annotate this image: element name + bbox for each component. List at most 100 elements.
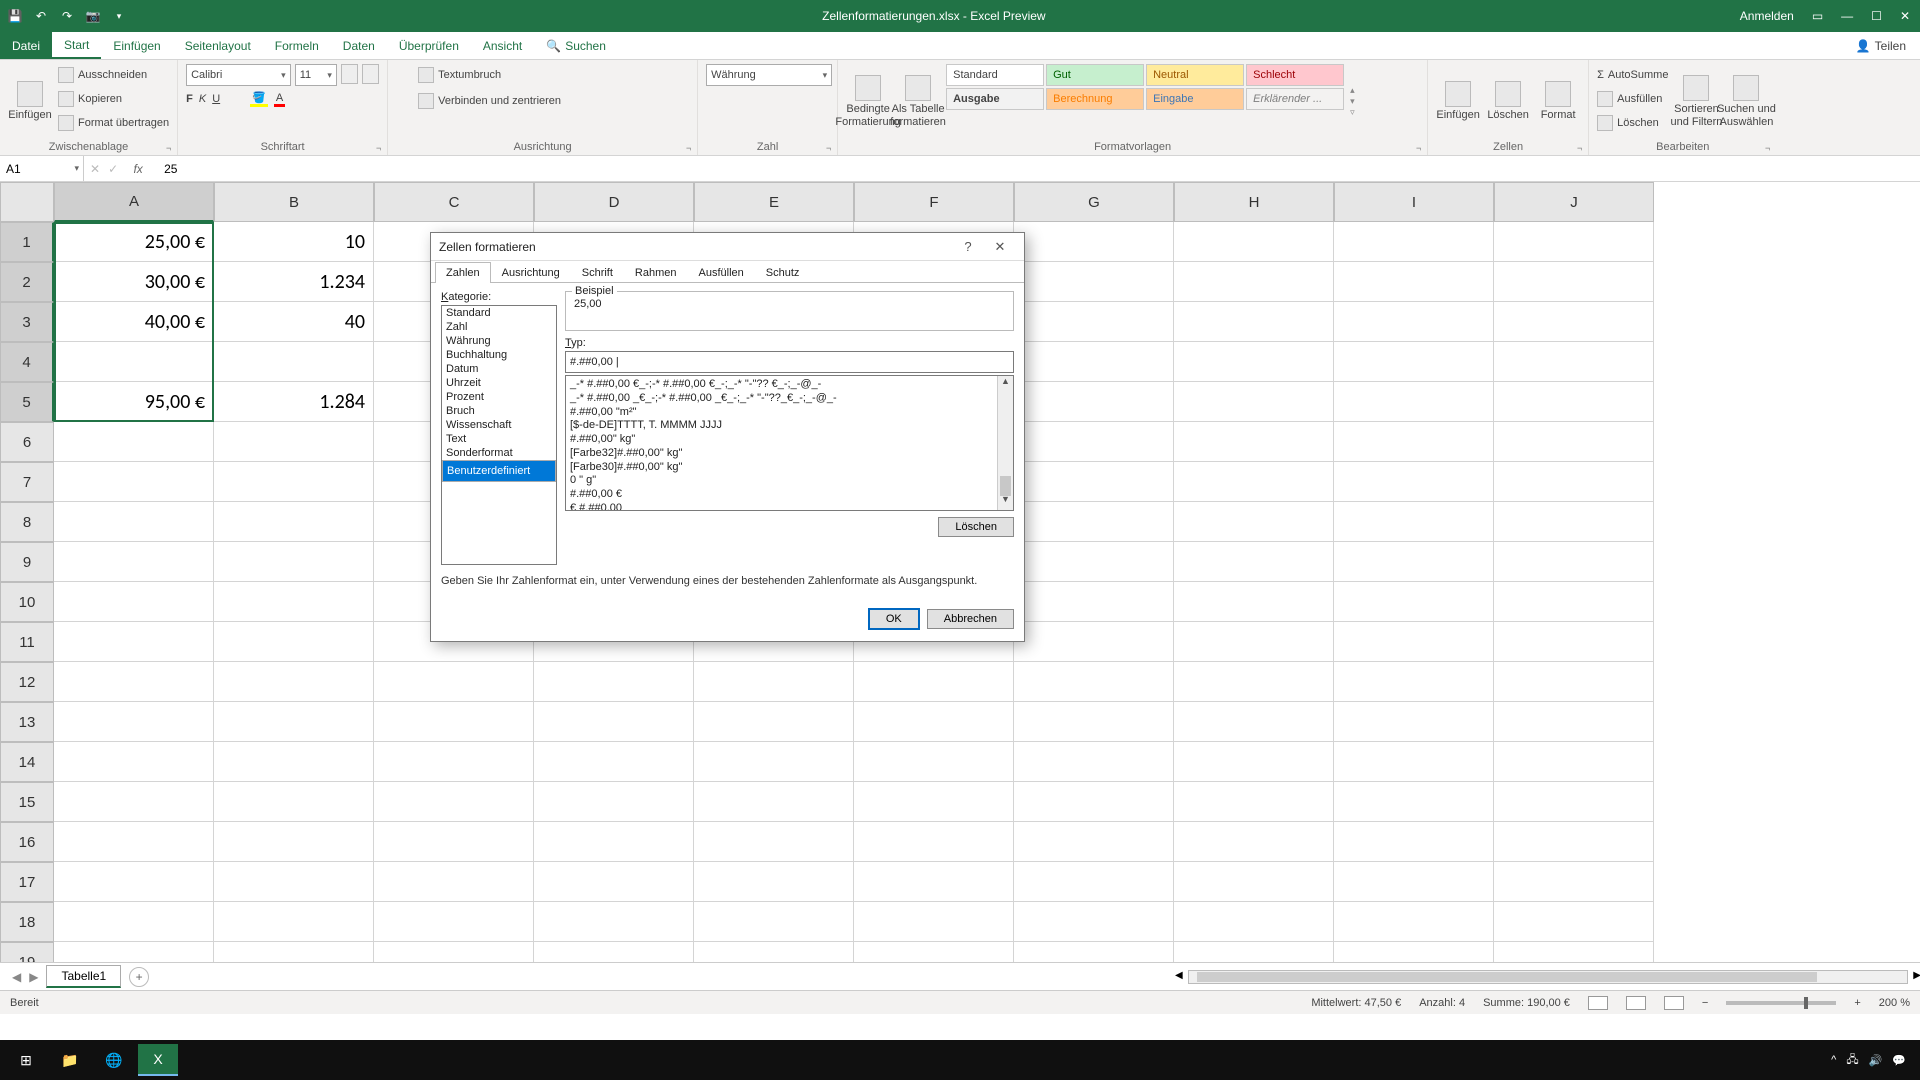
tab-data[interactable]: Daten: [331, 32, 387, 59]
clear-button[interactable]: Löschen: [1597, 112, 1668, 134]
number-format-select[interactable]: Währung▾: [706, 64, 832, 86]
cell-A1[interactable]: 25,00 €: [54, 222, 214, 262]
cell-I9[interactable]: [1334, 542, 1494, 582]
category-item[interactable]: Benutzerdefiniert: [442, 460, 556, 482]
cell-B7[interactable]: [214, 462, 374, 502]
cell-A14[interactable]: [54, 742, 214, 782]
cell-H11[interactable]: [1174, 622, 1334, 662]
category-item[interactable]: Buchhaltung: [442, 348, 556, 362]
cell-H16[interactable]: [1174, 822, 1334, 862]
cell-B9[interactable]: [214, 542, 374, 582]
paste-button[interactable]: Einfügen: [8, 64, 52, 139]
cell-H9[interactable]: [1174, 542, 1334, 582]
cell-B19[interactable]: [214, 942, 374, 962]
cell-J10[interactable]: [1494, 582, 1654, 622]
format-item[interactable]: [Farbe30]#.##0,00" kg": [570, 461, 1009, 475]
row-header-18[interactable]: 18: [0, 902, 54, 942]
delete-cells-button[interactable]: Löschen: [1486, 64, 1530, 139]
cell-B3[interactable]: 40: [214, 302, 374, 342]
row-header-19[interactable]: 19: [0, 942, 54, 962]
row-header-9[interactable]: 9: [0, 542, 54, 582]
format-item[interactable]: #.##0,00 €: [570, 488, 1009, 502]
cell-D14[interactable]: [534, 742, 694, 782]
cell-E14[interactable]: [694, 742, 854, 782]
cell-I1[interactable]: [1334, 222, 1494, 262]
signin-link[interactable]: Anmelden: [1740, 9, 1794, 23]
cell-I8[interactable]: [1334, 502, 1494, 542]
cell-A3[interactable]: 40,00 €: [54, 302, 214, 342]
cell-E19[interactable]: [694, 942, 854, 962]
enter-formula-icon[interactable]: ✓: [108, 162, 118, 176]
cell-B13[interactable]: [214, 702, 374, 742]
row-header-2[interactable]: 2: [0, 262, 54, 302]
cell-G18[interactable]: [1014, 902, 1174, 942]
tab-review[interactable]: Überprüfen: [387, 32, 471, 59]
cell-B6[interactable]: [214, 422, 374, 462]
format-item[interactable]: [Farbe32]#.##0,00" kg": [570, 447, 1009, 461]
tab-formulas[interactable]: Formeln: [263, 32, 331, 59]
ok-button[interactable]: OK: [869, 609, 919, 629]
qat-dropdown-icon[interactable]: ▾: [110, 7, 128, 25]
row-header-3[interactable]: 3: [0, 302, 54, 342]
cell-I12[interactable]: [1334, 662, 1494, 702]
cell-A9[interactable]: [54, 542, 214, 582]
cell-J9[interactable]: [1494, 542, 1654, 582]
row-header-5[interactable]: 5: [0, 382, 54, 422]
cell-A8[interactable]: [54, 502, 214, 542]
cell-A17[interactable]: [54, 862, 214, 902]
tab-insert[interactable]: Einfügen: [101, 32, 172, 59]
cell-J5[interactable]: [1494, 382, 1654, 422]
cell-D18[interactable]: [534, 902, 694, 942]
tab-view[interactable]: Ansicht: [471, 32, 534, 59]
cell-J1[interactable]: [1494, 222, 1654, 262]
dialog-help-icon[interactable]: ?: [952, 239, 984, 254]
tab-layout[interactable]: Seitenlayout: [173, 32, 263, 59]
cell-F12[interactable]: [854, 662, 1014, 702]
cell-A6[interactable]: [54, 422, 214, 462]
cell-I15[interactable]: [1334, 782, 1494, 822]
cell-C13[interactable]: [374, 702, 534, 742]
cell-G12[interactable]: [1014, 662, 1174, 702]
dialog-tab-schutz[interactable]: Schutz: [755, 262, 811, 283]
dialog-tab-rahmen[interactable]: Rahmen: [624, 262, 688, 283]
cell-J6[interactable]: [1494, 422, 1654, 462]
row-header-14[interactable]: 14: [0, 742, 54, 782]
cell-J16[interactable]: [1494, 822, 1654, 862]
name-box[interactable]: A1▾: [0, 156, 84, 181]
cell-J18[interactable]: [1494, 902, 1654, 942]
format-list-scrollbar[interactable]: ▲ ▼: [997, 376, 1013, 510]
cell-G10[interactable]: [1014, 582, 1174, 622]
cell-H4[interactable]: [1174, 342, 1334, 382]
sheet-tab[interactable]: Tabelle1: [46, 965, 121, 988]
cell-B16[interactable]: [214, 822, 374, 862]
row-header-7[interactable]: 7: [0, 462, 54, 502]
font-name-select[interactable]: Calibri▾: [186, 64, 291, 86]
bold-button[interactable]: F: [186, 93, 193, 105]
cell-J19[interactable]: [1494, 942, 1654, 962]
cell-F17[interactable]: [854, 862, 1014, 902]
scroll-right-icon[interactable]: ▶: [1913, 970, 1920, 981]
explorer-icon[interactable]: 📁: [50, 1044, 90, 1076]
cell-J17[interactable]: [1494, 862, 1654, 902]
row-header-13[interactable]: 13: [0, 702, 54, 742]
cell-J12[interactable]: [1494, 662, 1654, 702]
cell-H17[interactable]: [1174, 862, 1334, 902]
cell-D12[interactable]: [534, 662, 694, 702]
cell-G5[interactable]: [1014, 382, 1174, 422]
cell-J14[interactable]: [1494, 742, 1654, 782]
category-item[interactable]: Prozent: [442, 390, 556, 404]
cell-D15[interactable]: [534, 782, 694, 822]
cell-C15[interactable]: [374, 782, 534, 822]
cell-G6[interactable]: [1014, 422, 1174, 462]
redo-icon[interactable]: ↷: [58, 7, 76, 25]
cell-A7[interactable]: [54, 462, 214, 502]
autosum-button[interactable]: ΣAutoSumme: [1597, 64, 1668, 86]
insert-cells-button[interactable]: Einfügen: [1436, 64, 1480, 139]
cell-A13[interactable]: [54, 702, 214, 742]
format-cells-button[interactable]: Format: [1536, 64, 1580, 139]
scroll-up-icon[interactable]: ▲: [998, 376, 1013, 392]
cell-E17[interactable]: [694, 862, 854, 902]
cell-A15[interactable]: [54, 782, 214, 822]
cell-B5[interactable]: 1.284: [214, 382, 374, 422]
cell-A19[interactable]: [54, 942, 214, 962]
